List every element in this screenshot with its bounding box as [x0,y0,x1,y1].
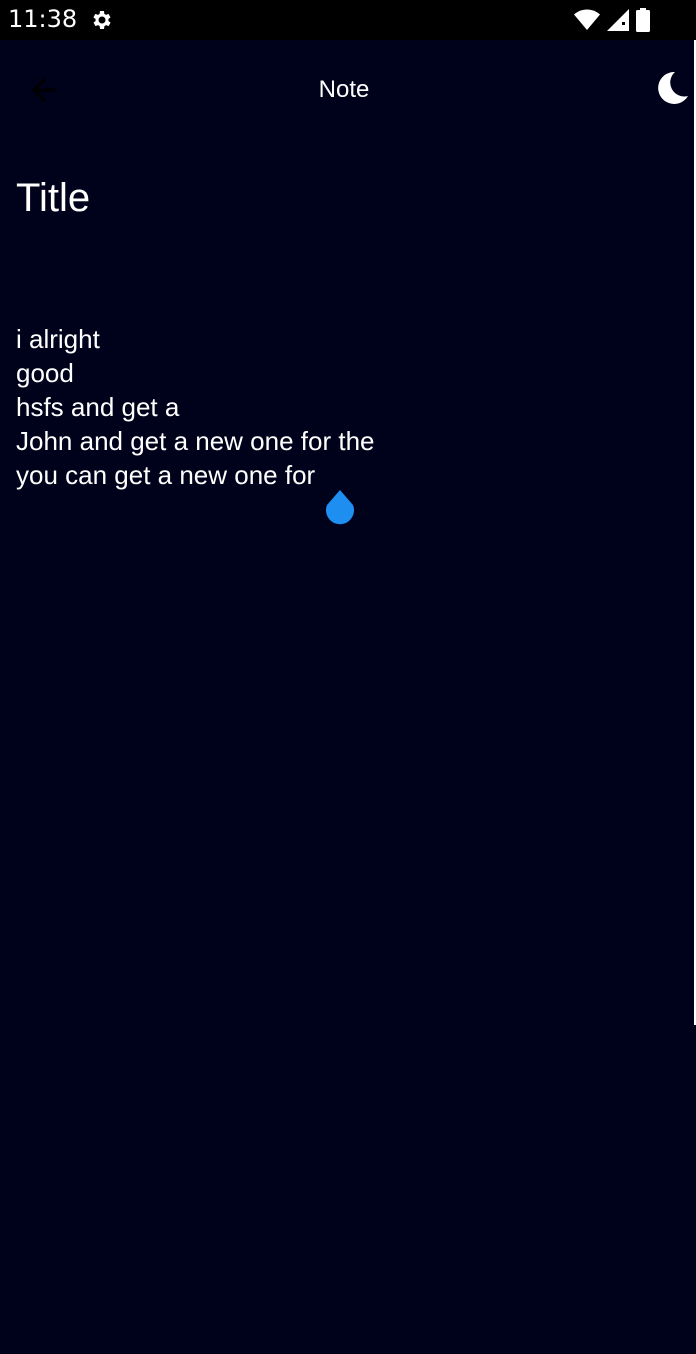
theme-toggle-button[interactable] [650,68,694,112]
text-cursor-handle[interactable] [320,490,362,540]
status-icons [574,8,650,32]
note-line: good [16,358,74,388]
note-title-field[interactable]: Title [16,172,676,224]
status-time: 11:38 [8,5,78,33]
status-bar: 11:38 [0,0,696,40]
battery-icon [636,8,650,32]
wifi-icon [574,9,600,31]
note-line: i alright [16,324,100,354]
note-screen: 11:38 Note Title i alright good hsfs and… [0,0,696,1354]
signal-icon [606,9,630,31]
note-line: John and get a new one for the [16,426,375,456]
app-bar: Note [0,40,696,142]
note-body-field[interactable]: i alright good hsfs and get a John and g… [16,322,676,492]
note-line: hsfs and get a [16,392,180,422]
note-line: you can get a new one for [16,460,316,490]
moon-icon [654,70,690,111]
gear-icon [90,8,114,32]
page-title: Note [318,76,370,103]
